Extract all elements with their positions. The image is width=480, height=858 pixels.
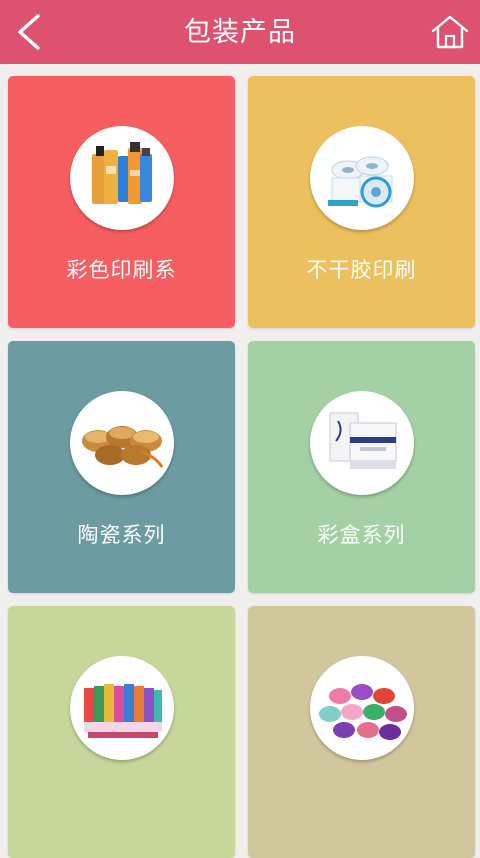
category-thumbnail bbox=[70, 126, 174, 230]
category-tile-gift-boxes[interactable]: 彩盒系列 bbox=[248, 341, 475, 593]
category-label: 彩盒系列 bbox=[317, 523, 406, 547]
page-title: 包装产品 bbox=[184, 17, 296, 48]
category-label: 彩色印刷系 bbox=[66, 258, 177, 282]
category-tile-round-tins[interactable] bbox=[248, 606, 475, 858]
home-button[interactable] bbox=[430, 12, 470, 52]
category-thumbnail bbox=[70, 391, 174, 495]
category-tile-ribbons[interactable] bbox=[8, 606, 235, 858]
category-tile-adhesive-labels[interactable]: 不干胶印刷 bbox=[248, 76, 475, 328]
category-label: 不干胶印刷 bbox=[306, 258, 417, 282]
category-grid: 彩色印刷系 不干胶印刷 陶瓷系列 彩盒系列 bbox=[0, 64, 480, 858]
category-thumbnail bbox=[310, 126, 414, 230]
category-tile-ceramics[interactable]: 陶瓷系列 bbox=[8, 341, 235, 593]
header-bar: 包装产品 bbox=[0, 0, 480, 64]
category-thumbnail bbox=[70, 656, 174, 760]
home-icon bbox=[431, 15, 469, 49]
category-thumbnail bbox=[310, 656, 414, 760]
category-thumbnail bbox=[310, 391, 414, 495]
category-tile-color-printing[interactable]: 彩色印刷系 bbox=[8, 76, 235, 328]
category-label: 陶瓷系列 bbox=[77, 523, 166, 547]
